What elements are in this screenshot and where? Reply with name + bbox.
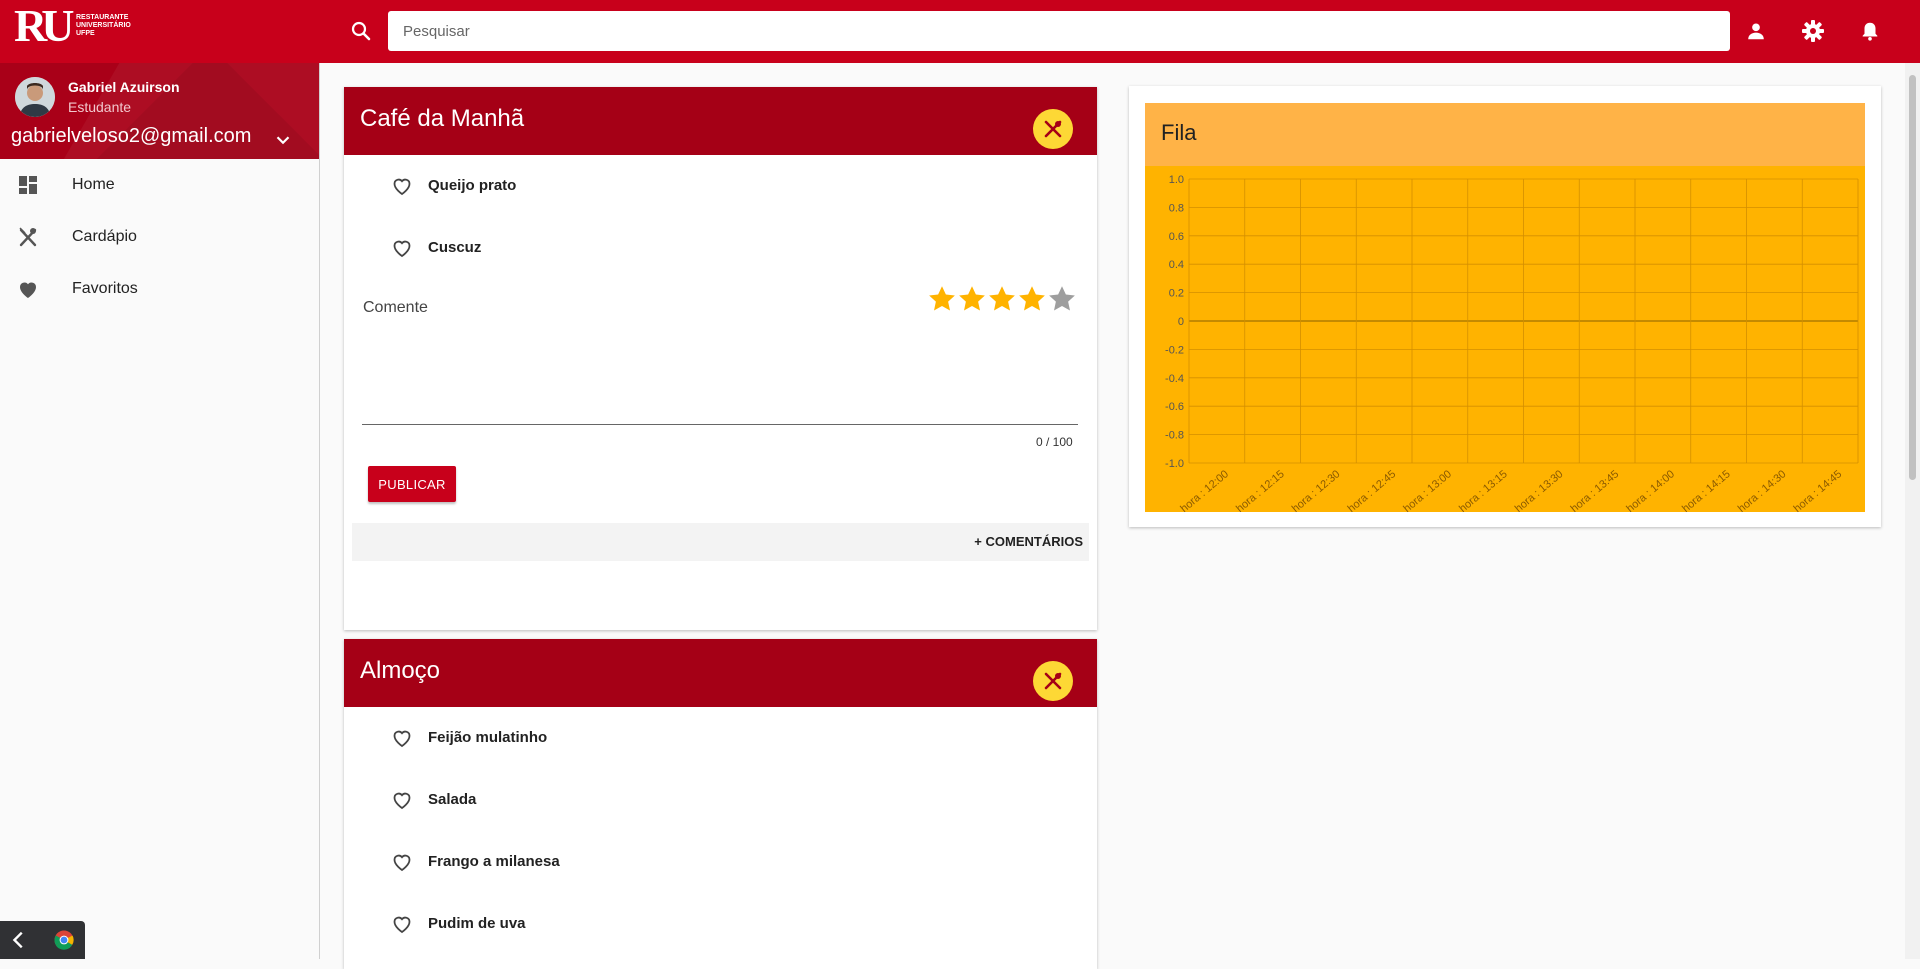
- meal-card-lunch: Almoço Feijão mulatinho Salada Frango a …: [344, 639, 1097, 969]
- top-app-bar: RU RESTAURANTE UNIVERSITÁRIO UFPE: [0, 0, 1920, 63]
- chart-header: Fila: [1145, 103, 1865, 166]
- sidebar-item-cardapio[interactable]: Cardápio: [0, 211, 319, 263]
- x-tick-label: hora : 13:15: [1457, 468, 1510, 512]
- dish-item: Salada: [344, 769, 1097, 831]
- comment-field[interactable]: [362, 323, 1078, 425]
- person-icon[interactable]: [1743, 18, 1769, 44]
- restaurant-icon[interactable]: [1033, 661, 1073, 701]
- x-tick-label: hora : 14:45: [1792, 468, 1845, 512]
- search-input[interactable]: [388, 11, 1730, 51]
- restaurant-icon[interactable]: [1033, 109, 1073, 149]
- x-tick-label: hora : 12:00: [1178, 468, 1231, 512]
- sidebar-item-label: Favoritos: [72, 280, 138, 297]
- star-empty-icon[interactable]: [1047, 284, 1077, 314]
- sidebar-item-home[interactable]: Home: [0, 159, 319, 211]
- chart-area: 1.0 0.8 0.6 0.4 0.2 0 -0.2 -0.4 -0.6 -0.8 -1.0 hora…: [1145, 166, 1865, 512]
- meal-card-header: Almoço: [344, 639, 1097, 707]
- y-tick-label: -0.8: [1165, 430, 1184, 442]
- y-tick-label: 0.6: [1169, 231, 1184, 243]
- y-tick-label: -0.4: [1165, 373, 1184, 385]
- dish-item: Pudim de uva: [344, 893, 1097, 955]
- x-tick-label: hora : 13:00: [1401, 468, 1454, 512]
- star-filled-icon[interactable]: [957, 284, 987, 314]
- chart-title: Fila: [1161, 120, 1197, 145]
- star-rating[interactable]: [927, 284, 1077, 314]
- comment-label: Comente: [363, 299, 428, 316]
- dish-item: Frango a milanesa: [344, 831, 1097, 893]
- heart-outline-icon[interactable]: [390, 850, 414, 874]
- sidebar-item-label: Cardápio: [72, 228, 137, 245]
- notifications-icon[interactable]: [1857, 18, 1883, 44]
- y-tick-label: 1.0: [1169, 174, 1184, 186]
- search-icon[interactable]: [349, 19, 373, 43]
- x-tick-label: hora : 13:30: [1513, 468, 1566, 512]
- comment-section: Comente 0 / 100 PUBLICAR + COMENTÁRIOS: [344, 279, 1097, 629]
- y-tick-label: 0: [1178, 316, 1184, 328]
- sidebar-item-favoritos[interactable]: Favoritos: [0, 263, 319, 315]
- y-tick-label: 0.2: [1169, 288, 1184, 300]
- sidebar: Gabriel Azuirson Estudante gabrielveloso…: [0, 63, 320, 959]
- dish-name: Frango a milanesa: [428, 853, 560, 870]
- page-scrollbar[interactable]: [1905, 63, 1920, 959]
- profile-name: Gabriel Azuirson: [68, 79, 180, 95]
- ru-logo[interactable]: RU RESTAURANTE UNIVERSITÁRIO UFPE: [14, 0, 131, 51]
- queue-chart: 1.00.80.60.40.20-0.2-0.4-0.6-0.8-1.0hora…: [1165, 174, 1859, 512]
- heart-outline-icon[interactable]: [390, 236, 414, 260]
- x-tick-label: hora : 12:30: [1290, 468, 1343, 512]
- char-counter: 0 / 100: [1036, 435, 1073, 449]
- more-comments-button[interactable]: + COMENTÁRIOS: [974, 534, 1083, 549]
- y-tick-label: -1.0: [1165, 458, 1184, 470]
- heart-outline-icon[interactable]: [390, 788, 414, 812]
- dashboard-icon: [16, 173, 40, 197]
- y-tick-label: 0.8: [1169, 202, 1184, 214]
- os-taskbar: [0, 921, 85, 959]
- x-tick-label: hora : 14:15: [1680, 468, 1733, 512]
- y-tick-label: 0.4: [1169, 259, 1184, 271]
- publish-button[interactable]: PUBLICAR: [368, 466, 456, 502]
- avatar[interactable]: [15, 77, 55, 117]
- x-tick-label: hora : 14:30: [1736, 468, 1789, 512]
- restaurant-icon: [16, 225, 40, 249]
- meal-title: Café da Manhã: [360, 105, 525, 132]
- dish-name: Feijão mulatinho: [428, 729, 548, 746]
- heart-icon: [16, 277, 40, 301]
- y-tick-label: -0.6: [1165, 401, 1184, 413]
- heart-outline-icon[interactable]: [390, 912, 414, 936]
- dish-item: Feijão mulatinho: [344, 707, 1097, 769]
- dish-name: Pudim de uva: [428, 915, 526, 932]
- profile-role: Estudante: [68, 99, 132, 115]
- star-filled-icon[interactable]: [987, 284, 1017, 314]
- heart-outline-icon[interactable]: [390, 174, 414, 198]
- profile-panel: Gabriel Azuirson Estudante gabrielveloso…: [0, 63, 319, 159]
- sidebar-item-label: Home: [72, 176, 115, 193]
- heart-outline-icon[interactable]: [390, 726, 414, 750]
- x-tick-label: hora : 12:45: [1346, 468, 1399, 512]
- y-tick-label: -0.2: [1165, 344, 1184, 356]
- dish-name: Queijo prato: [428, 177, 517, 194]
- settings-icon[interactable]: [1800, 18, 1826, 44]
- profile-email: gabrielveloso2@gmail.com: [11, 125, 252, 147]
- star-filled-icon[interactable]: [1017, 284, 1047, 314]
- logo-text: RESTAURANTE UNIVERSITÁRIO UFPE: [76, 14, 131, 37]
- meal-card-breakfast: Café da Manhã Queijo prato Cuscuz Coment…: [344, 87, 1097, 630]
- meal-card-header: Café da Manhã: [344, 87, 1097, 155]
- logo-mark: RU: [14, 0, 75, 51]
- star-filled-icon[interactable]: [927, 284, 957, 314]
- x-tick-label: hora : 12:15: [1234, 468, 1287, 512]
- x-tick-label: hora : 13:45: [1569, 468, 1622, 512]
- queue-chart-card: Fila 1.0 0.8 0.6 0.4 0.2 0 -0.2 -0.4 -0.6 -0.8 -1.…: [1129, 86, 1881, 527]
- dish-item: Cuscuz: [344, 217, 1097, 279]
- chevron-down-icon[interactable]: [272, 129, 294, 151]
- meal-title: Almoço: [360, 657, 441, 684]
- comments-footer: + COMENTÁRIOS: [352, 523, 1089, 561]
- x-tick-label: hora : 14:00: [1624, 468, 1677, 512]
- dish-item: Queijo prato: [344, 155, 1097, 217]
- dish-name: Salada: [428, 791, 477, 808]
- back-arrow-icon[interactable]: [8, 929, 30, 951]
- scrollbar-thumb[interactable]: [1909, 75, 1916, 480]
- chrome-icon[interactable]: [54, 930, 74, 950]
- dish-name: Cuscuz: [428, 239, 482, 256]
